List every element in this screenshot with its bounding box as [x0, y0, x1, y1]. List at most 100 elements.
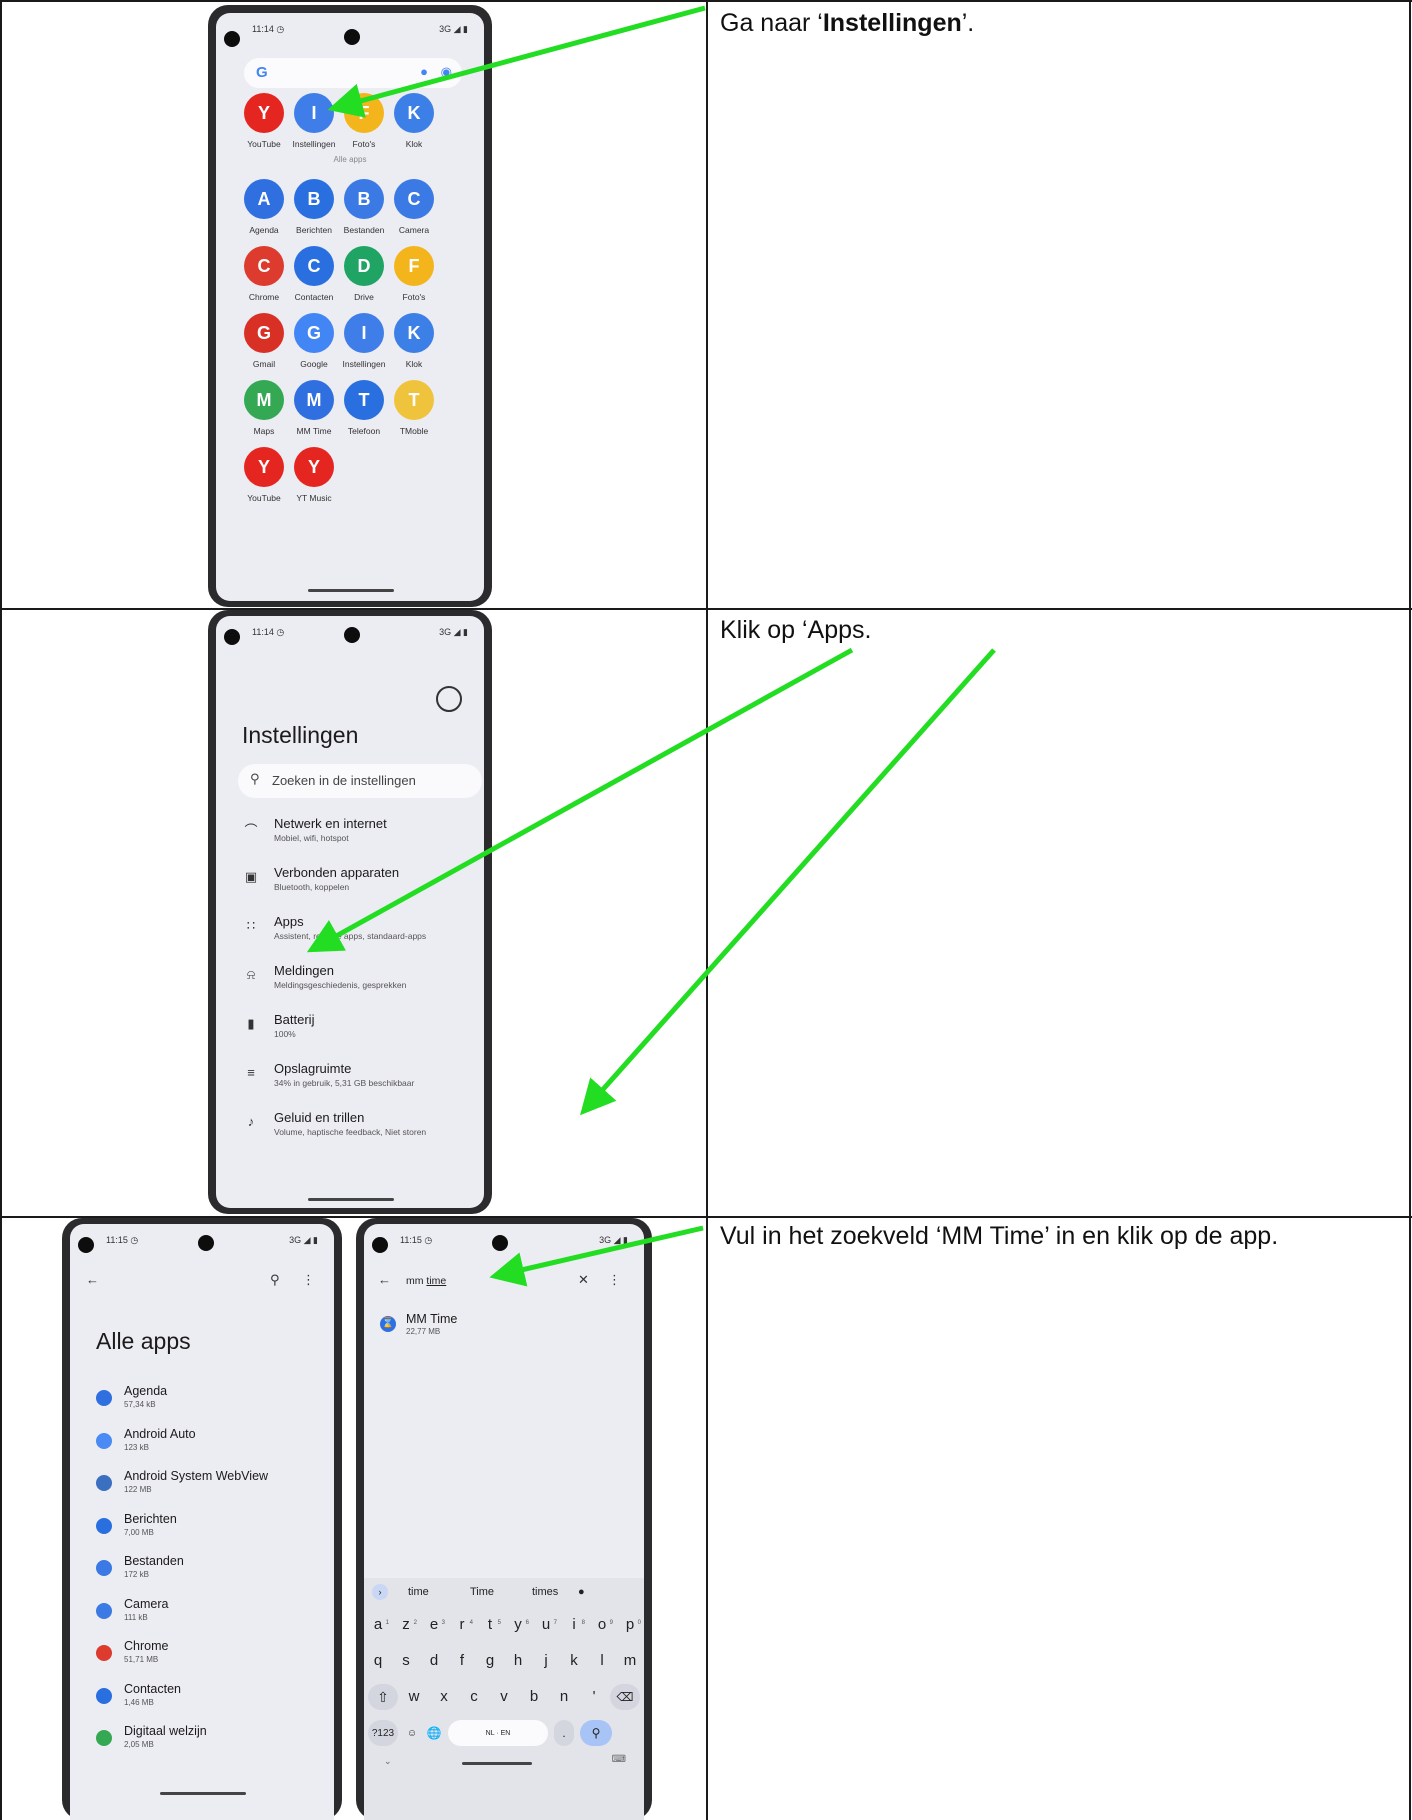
- space-bar[interactable]: NL · EN: [448, 1720, 548, 1746]
- hide-keyboard-icon[interactable]: ⌄: [384, 1756, 392, 1767]
- app-foto-s[interactable]: F Foto's: [385, 246, 443, 302]
- app-camera[interactable]: C Camera: [385, 179, 443, 235]
- key[interactable]: v: [494, 1684, 514, 1710]
- app-list-item[interactable]: Digitaal welzijn 2,05 MB: [70, 1724, 334, 1768]
- app-icon: [96, 1645, 112, 1661]
- settings-item-geluid-en-trillen[interactable]: ♪ Geluid en trillen Volume, haptische feed…: [216, 1110, 484, 1160]
- back-arrow-icon[interactable]: ←: [86, 1272, 99, 1287]
- key[interactable]: k: [564, 1648, 584, 1674]
- phone-search-results: 11:15 ◷ 3G ◢ ▮ ← mm time ✕ ⋮ ⌛ MM Time 2…: [356, 1218, 652, 1820]
- app-list-title: Bestanden: [124, 1554, 184, 1568]
- more-vertical-icon[interactable]: ⋮: [608, 1272, 621, 1288]
- microphone-icon[interactable]: ●: [420, 64, 428, 79]
- app-list-title: Agenda: [124, 1384, 168, 1398]
- key[interactable]: w: [404, 1684, 424, 1710]
- key[interactable]: b: [524, 1684, 544, 1710]
- more-vertical-icon[interactable]: ⋮: [302, 1272, 315, 1288]
- back-arrow-icon[interactable]: ←: [378, 1272, 391, 1287]
- key[interactable]: p0: [620, 1612, 641, 1638]
- app-list-item[interactable]: Camera 111 kB: [70, 1597, 334, 1641]
- app-search-icon[interactable]: ⚲: [270, 1272, 280, 1288]
- keyboard-switch-icon[interactable]: ⌨: [612, 1754, 626, 1765]
- key[interactable]: z2: [396, 1612, 417, 1638]
- key[interactable]: d: [424, 1648, 444, 1674]
- globe-icon[interactable]: 🌐: [424, 1720, 444, 1746]
- settings-item-subtitle: 34% in gebruik, 5,31 GB beschikbaar: [274, 1078, 415, 1088]
- key[interactable]: y6: [508, 1612, 529, 1638]
- app-list-item[interactable]: Chrome 51,71 MB: [70, 1639, 334, 1683]
- search-query-input[interactable]: mm time: [406, 1275, 446, 1287]
- status-time: 11:15 ◷: [400, 1235, 433, 1245]
- suggestion-2[interactable]: Time: [470, 1586, 494, 1598]
- emoji-key[interactable]: ☺: [402, 1720, 422, 1746]
- search-result-item[interactable]: ⌛ MM Time 22,77 MB: [364, 1312, 644, 1348]
- app-klok[interactable]: K Klok: [385, 313, 443, 369]
- sound-icon: ♪: [247, 1114, 255, 1129]
- key[interactable]: ': [584, 1684, 604, 1710]
- google-lens-icon[interactable]: ◉: [441, 64, 452, 80]
- shift-key[interactable]: ⇧: [368, 1684, 398, 1710]
- app-klok[interactable]: K Klok: [385, 93, 443, 149]
- key[interactable]: x: [434, 1684, 454, 1710]
- key[interactable]: h: [508, 1648, 528, 1674]
- key[interactable]: m: [620, 1648, 640, 1674]
- backspace-key[interactable]: ⌫: [610, 1684, 640, 1710]
- key[interactable]: j: [536, 1648, 556, 1674]
- keyboard-row-3: w x c v b n ': [404, 1684, 604, 1710]
- settings-item-batterij[interactable]: ▮ Batterij 100%: [216, 1012, 484, 1062]
- key[interactable]: r4: [452, 1612, 474, 1638]
- key-number-hint: 3: [441, 1620, 445, 1626]
- app-list-title: Android Auto: [124, 1426, 196, 1441]
- key[interactable]: c: [464, 1684, 484, 1710]
- app-list-item[interactable]: Bestanden 172 kB: [70, 1554, 334, 1598]
- key[interactable]: a1: [368, 1612, 389, 1638]
- settings-search-input[interactable]: ⚲ Zoeken in de instellingen: [238, 764, 482, 798]
- app-list-item[interactable]: Contacten 1,46 MB: [70, 1682, 334, 1726]
- app-list-title: Chrome: [124, 1639, 169, 1653]
- app-yt-music[interactable]: Y YT Music: [285, 447, 343, 503]
- settings-item-opslagruimte[interactable]: ≡ Opslagruimte 34% in gebruik, 5,31 GB bes…: [216, 1061, 484, 1111]
- app-list-item[interactable]: Agenda 57,34 kB: [70, 1384, 334, 1428]
- front-camera-dot: [372, 1237, 388, 1253]
- google-search-bar[interactable]: G ● ◉: [244, 58, 462, 88]
- wifi-icon: ⌒: [244, 823, 258, 838]
- suggestion-3[interactable]: times: [532, 1586, 558, 1598]
- key[interactable]: n: [554, 1684, 574, 1710]
- settings-item-apps[interactable]: ∷ Apps Assistent, recente apps, standaard-…: [216, 914, 484, 964]
- key[interactable]: f: [452, 1648, 472, 1674]
- key[interactable]: s: [396, 1648, 416, 1674]
- settings-item-meldingen[interactable]: ⍾ Meldingen Meldingsgeschiedenis, gesprekk…: [216, 963, 484, 1013]
- suggestion-1[interactable]: time: [408, 1586, 429, 1598]
- period-key[interactable]: .: [554, 1720, 574, 1746]
- profile-icon[interactable]: [436, 686, 462, 712]
- settings-item-netwerk-en-internet[interactable]: ⌒ Netwerk en internet Mobiel, wifi, hotspo…: [216, 816, 484, 866]
- app-list-item[interactable]: Berichten 7,00 MB: [70, 1512, 334, 1556]
- front-camera: [492, 1235, 508, 1251]
- key[interactable]: l: [592, 1648, 612, 1674]
- clear-icon[interactable]: ✕: [578, 1272, 589, 1288]
- settings-item-subtitle: Mobiel, wifi, hotspot: [274, 833, 349, 843]
- app-tmoble[interactable]: T TMoble: [385, 380, 443, 436]
- key[interactable]: e3: [424, 1612, 445, 1638]
- key[interactable]: u7: [536, 1612, 557, 1638]
- key[interactable]: q: [368, 1648, 388, 1674]
- app-list-item[interactable]: Android System WebView 122 MB: [70, 1469, 334, 1513]
- settings-item-verbonden-apparaten[interactable]: ▣ Verbonden apparaten Bluetooth, koppelen: [216, 865, 484, 915]
- key[interactable]: i8: [564, 1612, 585, 1638]
- all-apps-caption: Alle apps: [333, 155, 367, 164]
- suggestion-expand-icon[interactable]: ›: [372, 1584, 388, 1600]
- key[interactable]: g: [480, 1648, 500, 1674]
- numbers-key[interactable]: ?123: [368, 1720, 398, 1746]
- status-signal: 3G ◢ ▮: [289, 1235, 318, 1245]
- app-list-item[interactable]: Android Auto 123 kB: [70, 1427, 334, 1471]
- app-icon: [96, 1432, 112, 1449]
- search-key[interactable]: ⚲: [580, 1720, 612, 1746]
- keyboard-row-2: qsdfghjklm: [368, 1648, 640, 1674]
- key[interactable]: t5: [480, 1612, 501, 1638]
- calendar-icon: A: [244, 179, 284, 219]
- key[interactable]: o9: [592, 1612, 613, 1638]
- microphone-icon[interactable]: ●: [578, 1586, 585, 1598]
- app-list-title: Android System WebView: [124, 1469, 269, 1483]
- youtube-icon: Y: [244, 447, 284, 487]
- query-underlined: time: [426, 1275, 447, 1287]
